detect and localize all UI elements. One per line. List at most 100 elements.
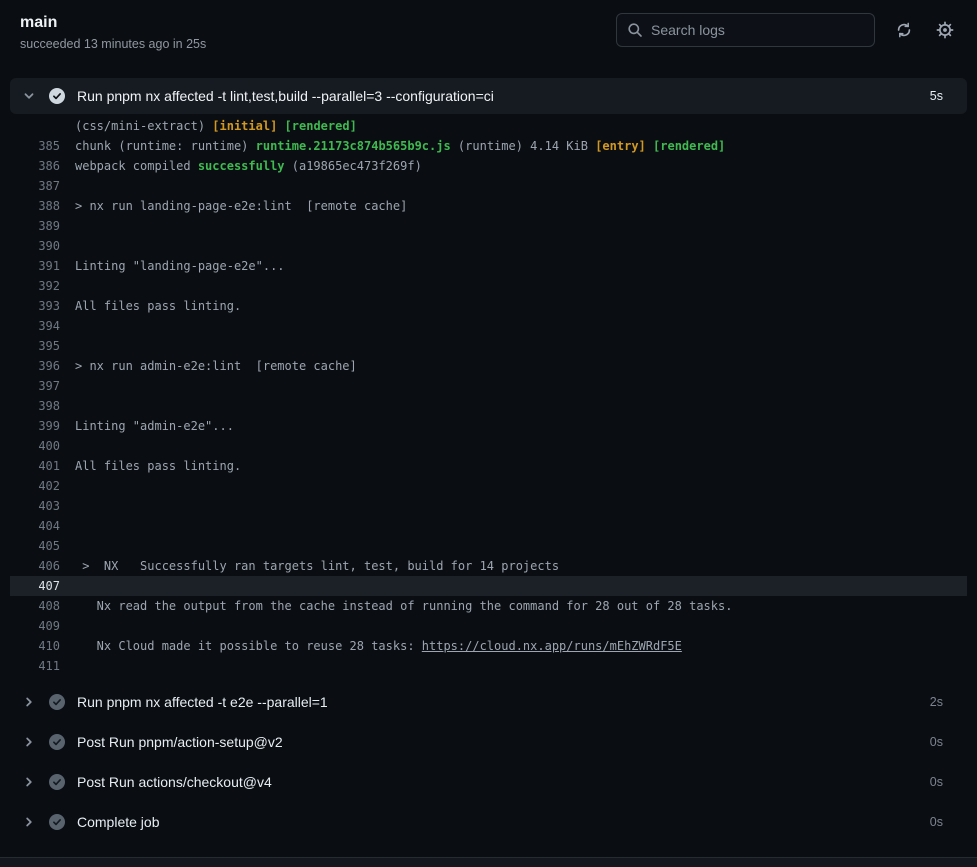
log-line-number[interactable]: 397 xyxy=(10,379,60,393)
log-line-number[interactable]: 395 xyxy=(10,339,60,353)
log-line: 391 Linting "landing-page-e2e"... xyxy=(10,256,967,276)
log-line: 386 webpack compiled successfully (a19865… xyxy=(10,156,967,176)
log-line-text: chunk (runtime: runtime) runtime.21173c8… xyxy=(75,139,725,153)
search-logs-input[interactable] xyxy=(651,22,864,38)
log-line-number[interactable]: 402 xyxy=(10,479,60,493)
log-line-text: Linting "landing-page-e2e"... xyxy=(75,259,285,273)
log-line: 405 xyxy=(10,536,967,556)
check-circle-icon xyxy=(49,88,65,104)
step-duration: 5s xyxy=(930,89,943,103)
chevron-down-icon xyxy=(21,90,37,102)
step-row[interactable]: Complete job 0s xyxy=(10,802,967,842)
step-title: Post Run pnpm/action-setup@v2 xyxy=(77,734,283,750)
log-link[interactable]: https://cloud.nx.app/runs/mEhZWRdF5E xyxy=(422,639,682,653)
search-icon xyxy=(627,22,643,38)
log-segment: [rendered] xyxy=(653,139,725,153)
log-line: 387 xyxy=(10,176,967,196)
check-circle-icon xyxy=(49,814,65,830)
log-line-number[interactable]: 406 xyxy=(10,559,60,573)
log-segment: webpack compiled xyxy=(75,159,198,173)
chevron-right-icon xyxy=(21,736,37,748)
log-line: 410 Nx Cloud made it possible to reuse 2… xyxy=(10,636,967,656)
log-segment: Linting "landing-page-e2e"... xyxy=(75,259,285,273)
log-segment: All files pass linting. xyxy=(75,459,241,473)
log-line-number[interactable]: 398 xyxy=(10,399,60,413)
log-line: 392 xyxy=(10,276,967,296)
log-line-text: Nx Cloud made it possible to reuse 28 ta… xyxy=(75,639,682,653)
log-line-text: webpack compiled successfully (a19865ec4… xyxy=(75,159,422,173)
log-line-text: All files pass linting. xyxy=(75,459,241,473)
step-header-expanded[interactable]: Run pnpm nx affected -t lint,test,build … xyxy=(10,78,967,114)
log-line: 408 Nx read the output from the cache in… xyxy=(10,596,967,616)
log-line: 390 xyxy=(10,236,967,256)
log-line-number[interactable]: 386 xyxy=(10,159,60,173)
log-line: 403 xyxy=(10,496,967,516)
step-row[interactable]: Post Run pnpm/action-setup@v2 0s xyxy=(10,722,967,762)
log-segment: Linting "admin-e2e"... xyxy=(75,419,234,433)
log-line-text: All files pass linting. xyxy=(75,299,241,313)
step-duration: 0s xyxy=(930,815,943,829)
log-line-number[interactable]: 403 xyxy=(10,499,60,513)
log-segment xyxy=(277,119,284,133)
log-line: 393 All files pass linting. xyxy=(10,296,967,316)
chevron-right-icon xyxy=(21,696,37,708)
log-line-number[interactable]: 408 xyxy=(10,599,60,613)
log-lines: (css/mini-extract) [initial] [rendered] 3… xyxy=(10,114,967,676)
log-panel: Run pnpm nx affected -t lint,test,build … xyxy=(10,78,967,842)
step-title: Run pnpm nx affected -t e2e --parallel=1 xyxy=(77,694,328,710)
log-line-number[interactable]: 410 xyxy=(10,639,60,653)
log-line-number[interactable]: 407 xyxy=(10,579,60,593)
log-line-text: Linting "admin-e2e"... xyxy=(75,419,234,433)
log-line-number[interactable]: 401 xyxy=(10,459,60,473)
log-line-number[interactable]: 394 xyxy=(10,319,60,333)
log-line-number[interactable]: 393 xyxy=(10,299,60,313)
step-duration: 0s xyxy=(930,775,943,789)
log-segment: (runtime) 4.14 KiB xyxy=(451,139,596,153)
log-line: 402 xyxy=(10,476,967,496)
log-segment: runtime.21173c874b565b9c.js xyxy=(256,139,451,153)
log-line-number[interactable]: 404 xyxy=(10,519,60,533)
log-line: 401 All files pass linting. xyxy=(10,456,967,476)
chevron-right-icon xyxy=(21,776,37,788)
step-title: Run pnpm nx affected -t lint,test,build … xyxy=(77,88,494,104)
log-line-text: (css/mini-extract) [initial] [rendered] xyxy=(75,119,357,133)
log-line-number[interactable]: 389 xyxy=(10,219,60,233)
log-segment: > nx run landing-page-e2e:lint [remote c… xyxy=(75,199,407,213)
step-row[interactable]: Run pnpm nx affected -t e2e --parallel=1… xyxy=(10,682,967,722)
log-line-text: > nx run landing-page-e2e:lint [remote c… xyxy=(75,199,407,213)
log-line-number[interactable]: 387 xyxy=(10,179,60,193)
log-line-number[interactable]: 400 xyxy=(10,439,60,453)
header-tools xyxy=(616,12,957,47)
log-settings-button[interactable] xyxy=(933,18,957,42)
log-line-number[interactable]: 409 xyxy=(10,619,60,633)
job-title: main xyxy=(20,12,206,34)
log-segment: successfully xyxy=(198,159,285,173)
refresh-logs-button[interactable] xyxy=(893,19,915,41)
log-line: 409 xyxy=(10,616,967,636)
search-logs-box[interactable] xyxy=(616,13,875,47)
log-line-number[interactable]: 399 xyxy=(10,419,60,433)
step-duration: 2s xyxy=(930,695,943,709)
log-line: 406 > NX Successfully ran targets lint, … xyxy=(10,556,967,576)
log-line-text: Nx read the output from the cache instea… xyxy=(75,599,732,613)
log-line-number[interactable]: 388 xyxy=(10,199,60,213)
step-row[interactable]: Post Run actions/checkout@v4 0s xyxy=(10,762,967,802)
log-line-number[interactable]: 391 xyxy=(10,259,60,273)
log-segment: (a19865ec473f269f) xyxy=(285,159,422,173)
log-line-number[interactable]: 405 xyxy=(10,539,60,553)
log-line-number[interactable]: 392 xyxy=(10,279,60,293)
log-segment: Nx Cloud made it possible to reuse 28 ta… xyxy=(75,639,422,653)
step-title: Complete job xyxy=(77,814,160,830)
log-line-number[interactable]: 411 xyxy=(10,659,60,673)
actions-log-viewer: { "header": { "title": "main", "subtitle… xyxy=(0,0,977,867)
header: main succeeded 13 minutes ago in 25s xyxy=(0,0,977,70)
log-line: 396> nx run admin-e2e:lint [remote cache… xyxy=(10,356,967,376)
collapsed-steps-list: Run pnpm nx affected -t e2e --parallel=1… xyxy=(10,682,967,842)
log-line-number[interactable]: 390 xyxy=(10,239,60,253)
log-line-number[interactable]: 396 xyxy=(10,359,60,373)
bottom-bar xyxy=(0,857,977,867)
log-segment: (css/mini-extract) xyxy=(75,119,212,133)
log-line: 395 xyxy=(10,336,967,356)
log-line-number[interactable]: 385 xyxy=(10,139,60,153)
log-segment: Nx read the output from the cache instea… xyxy=(75,599,732,613)
